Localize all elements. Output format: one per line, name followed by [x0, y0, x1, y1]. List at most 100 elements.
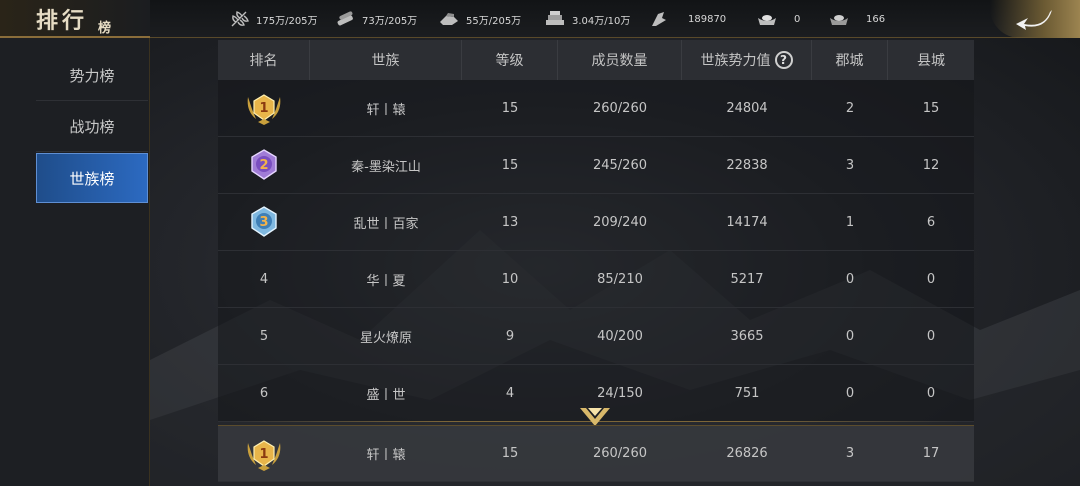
bronze-medal-icon: 3: [251, 206, 277, 237]
county-cell: 15: [922, 100, 940, 116]
resource-value: 73万/205万: [362, 15, 418, 27]
col-clan-header: 世族: [310, 40, 462, 80]
gold-medal-icon: 1: [247, 439, 281, 471]
rank-cell: 2: [218, 137, 310, 194]
resource-wood: 73万/205万: [334, 9, 417, 29]
clan-name-cell: 星火燎原: [359, 330, 412, 346]
silver-ingot-icon: [830, 15, 848, 25]
sidebar-item-power-ranking[interactable]: 势力榜: [36, 51, 148, 101]
clan-ranking-table: 排名 世族 等级 成员数量 世族势力值 ? 郡城 县城 1 轩丨辕 15 260…: [218, 40, 974, 486]
table-row[interactable]: 4 华丨夏 10 85/210 5217 0 0: [218, 251, 974, 308]
commandery-cell: 0: [845, 271, 855, 287]
silver-medal-icon: 2: [251, 149, 277, 180]
resource-wheat: 175万/205万: [228, 9, 318, 29]
gold-ingot-icon: [758, 15, 776, 25]
county-cell: 12: [922, 157, 940, 173]
resource-stone: 3.04万/10万: [544, 9, 630, 29]
sidebar-item-clan-ranking[interactable]: 世族榜: [36, 153, 148, 203]
title-main: 排行: [36, 8, 89, 34]
resource-order: 189870: [648, 9, 726, 29]
table-header: 排名 世族 等级 成员数量 世族势力值 ? 郡城 县城: [218, 40, 974, 80]
level-cell: 4: [505, 385, 515, 401]
county-cell: 17: [922, 446, 940, 461]
commandery-cell: 2: [845, 100, 855, 116]
sidebar-item-label: 战功榜: [69, 118, 115, 136]
clan-name-cell: 轩丨辕: [366, 102, 406, 118]
members-cell: 260/260: [592, 100, 647, 116]
commandery-cell: 0: [845, 328, 855, 344]
clan-name-cell: 盛丨世: [366, 387, 406, 403]
clan-name-cell: 华丨夏: [366, 273, 406, 289]
title-sub: 榜: [98, 21, 112, 36]
clan-name-cell: 乱世丨百家: [353, 216, 419, 232]
stone-icon: [546, 11, 564, 25]
level-cell: 9: [505, 328, 515, 344]
table-row[interactable]: 2 秦-墨染江山 15 245/260 22838 3 12: [218, 137, 974, 194]
top-bar: 排行 榜 175万/205万 73万/205万 55万/205万 3.04万/1…: [0, 0, 1080, 38]
county-cell: 6: [926, 214, 936, 230]
col-level-header: 等级: [462, 40, 558, 80]
resource-value: 3.04万/10万: [572, 15, 631, 27]
gold-medal-icon: 1: [247, 94, 281, 125]
resource-iron: 55万/205万: [438, 9, 521, 29]
members-cell: 40/200: [597, 328, 643, 344]
power-cell: 22838: [726, 157, 768, 173]
wheat-icon: [231, 11, 249, 27]
clan-name-cell: 轩丨辕: [366, 448, 406, 463]
wood-icon: [337, 11, 353, 26]
svg-text:1: 1: [259, 447, 268, 462]
table-row[interactable]: 3 乱世丨百家 13 209/240 14174 1 6: [218, 194, 974, 251]
rank-cell: 5: [259, 328, 269, 344]
members-cell: 24/150: [597, 385, 643, 401]
iron-icon: [440, 13, 458, 25]
commandery-cell: 3: [845, 157, 855, 173]
svg-text:1: 1: [259, 101, 268, 116]
sidebar-item-label: 世族榜: [69, 169, 115, 188]
svg-text:3: 3: [259, 215, 268, 230]
resource-value: 189870: [688, 13, 727, 25]
members-cell: 245/260: [592, 157, 647, 173]
table-row[interactable]: 5 星火燎原 9 40/200 3665 0 0: [218, 308, 974, 365]
svg-text:2: 2: [259, 158, 268, 173]
level-cell: 15: [501, 100, 519, 116]
rank-cell: 1: [218, 425, 310, 482]
resource-value: 0: [794, 13, 801, 25]
level-cell: 10: [501, 271, 519, 287]
rank-cell: 6: [259, 385, 269, 401]
table-row[interactable]: 1 轩丨辕 15 260/260 24804 2 15: [218, 80, 974, 137]
county-cell: 0: [926, 328, 936, 344]
county-cell: 0: [926, 385, 936, 401]
resource-value: 166: [866, 13, 886, 25]
commandery-cell: 1: [845, 214, 855, 230]
my-clan-row[interactable]: 1 轩丨辕 15 260/260 26826 3 17: [218, 425, 974, 482]
col-members-header: 成员数量: [558, 40, 682, 80]
level-cell: 13: [501, 214, 519, 230]
order-icon: [652, 12, 666, 26]
power-cell: 26826: [726, 446, 768, 461]
power-cell: 14174: [726, 214, 768, 230]
back-arrow-icon: [1016, 10, 1052, 30]
resource-value: 175万/205万: [256, 15, 318, 27]
power-cell: 751: [734, 385, 760, 401]
ranking-title: 排行 榜: [0, 0, 150, 38]
resource-value: 55万/205万: [466, 15, 522, 27]
county-cell: 0: [926, 271, 936, 287]
col-commandery-header: 郡城: [812, 40, 888, 80]
rank-cell: 1: [218, 80, 310, 137]
members-cell: 85/210: [597, 271, 643, 287]
resource-silver: 166: [828, 9, 885, 29]
power-cell: 3665: [730, 328, 764, 344]
back-button[interactable]: [990, 0, 1080, 38]
sidebar: 势力榜 战功榜 世族榜: [0, 38, 150, 486]
help-icon[interactable]: ?: [774, 51, 793, 69]
members-cell: 260/260: [592, 446, 647, 461]
sidebar-item-merit-ranking[interactable]: 战功榜: [36, 102, 148, 152]
level-cell: 15: [501, 157, 519, 173]
commandery-cell: 3: [845, 446, 855, 461]
clan-name-cell: 秦-墨染江山: [351, 159, 421, 175]
col-power-header: 世族势力值 ?: [682, 40, 812, 80]
col-county-header: 县城: [917, 53, 945, 69]
col-rank-header: 排名: [218, 40, 310, 80]
commandery-cell: 0: [845, 385, 855, 401]
level-cell: 15: [501, 446, 519, 461]
